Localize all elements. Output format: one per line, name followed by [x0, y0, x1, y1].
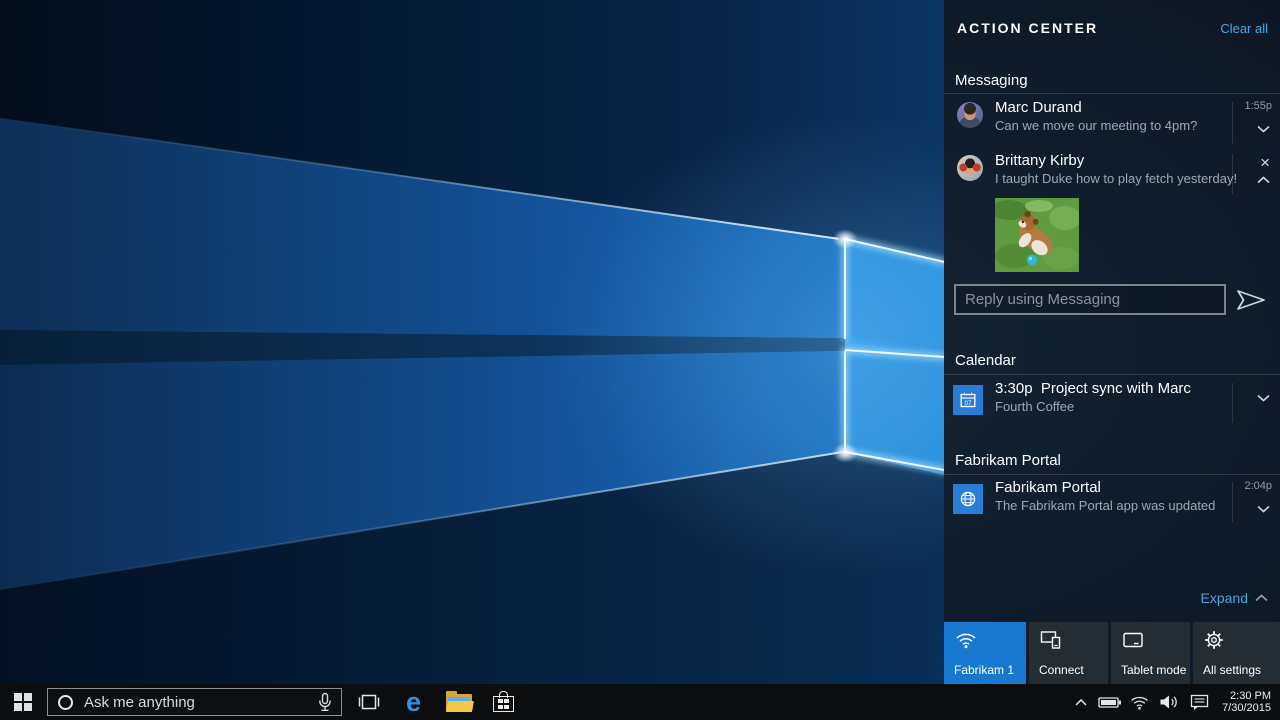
quick-action-all-settings[interactable]: All settings	[1193, 622, 1280, 684]
file-explorer-button[interactable]	[436, 684, 481, 720]
close-icon[interactable]: ×	[1260, 154, 1270, 171]
notification-title: 3:30p Project sync with Marc	[995, 380, 1191, 397]
battery-tray-button[interactable]	[1094, 684, 1125, 720]
notification-marc-durand[interactable]: Marc Durand Can we move our meeting to 4…	[944, 99, 1280, 147]
section-label-fabrikam-portal: Fabrikam Portal	[955, 452, 1061, 469]
expand-label: Expand	[1201, 590, 1248, 606]
event-title: Project sync with Marc	[1041, 380, 1191, 397]
notification-fabrikam-portal[interactable]: Fabrikam Portal The Fabrikam Portal app …	[944, 479, 1280, 525]
send-icon[interactable]	[1236, 288, 1270, 312]
notification-message: I taught Duke how to play fetch yesterda…	[995, 171, 1237, 186]
quick-actions-row: Fabrikam 1 Connect	[944, 622, 1280, 684]
wifi-icon	[1130, 695, 1149, 710]
search-box[interactable]: Ask me anything	[47, 688, 342, 716]
store-button[interactable]	[481, 684, 526, 720]
file-explorer-icon	[446, 692, 472, 712]
clock-time: 2:30 PM	[1214, 690, 1271, 703]
search-placeholder-text: Ask me anything	[84, 694, 318, 711]
system-tray: 2:30 PM 7/30/2015	[1068, 684, 1280, 720]
action-center-tray-button[interactable]	[1185, 684, 1214, 720]
section-label-calendar: Calendar	[955, 352, 1016, 369]
wifi-icon	[955, 630, 977, 649]
event-time: 3:30p	[995, 380, 1033, 397]
notification-divider	[1232, 154, 1233, 194]
edge-browser-button[interactable]: e	[391, 684, 436, 720]
taskbar-clock[interactable]: 2:30 PM 7/30/2015	[1214, 690, 1280, 715]
chevron-down-icon[interactable]	[1257, 125, 1270, 133]
chevron-up-icon[interactable]	[1257, 176, 1270, 184]
windows-logo-icon	[14, 693, 32, 711]
quick-action-fabrikam-1[interactable]: Fabrikam 1	[944, 622, 1026, 684]
notification-divider	[1232, 102, 1233, 144]
volume-tray-button[interactable]	[1154, 684, 1185, 720]
notification-message: The Fabrikam Portal app was updated	[995, 498, 1215, 513]
chevron-up-icon	[1255, 594, 1268, 602]
section-divider	[944, 474, 1280, 475]
quick-action-label: All settings	[1203, 663, 1261, 677]
settings-gear-icon	[1204, 630, 1224, 650]
section-divider	[944, 93, 1280, 94]
clear-all-button[interactable]: Clear all	[1220, 21, 1268, 36]
quick-action-label: Connect	[1039, 663, 1084, 677]
task-view-button[interactable]	[346, 684, 391, 720]
start-button[interactable]	[0, 684, 46, 720]
brittany-avatar	[957, 155, 983, 181]
quick-action-connect[interactable]: Connect	[1029, 622, 1108, 684]
clock-date: 7/30/2015	[1214, 702, 1271, 715]
store-icon	[493, 691, 514, 713]
expand-button[interactable]: Expand	[1201, 590, 1268, 606]
chevron-up-icon	[1075, 699, 1087, 706]
action-center-title: ACTION CENTER	[957, 20, 1098, 36]
taskbar: Ask me anything e	[0, 684, 1280, 720]
reply-input[interactable]	[954, 284, 1226, 315]
tray-expand-button[interactable]	[1068, 684, 1094, 720]
taskbar-app-icons: e	[346, 684, 526, 720]
microphone-icon[interactable]	[318, 692, 332, 713]
marc-avatar	[957, 102, 983, 128]
quick-action-label: Fabrikam 1	[954, 663, 1014, 677]
volume-icon	[1159, 694, 1180, 710]
globe-icon	[953, 484, 983, 514]
edge-icon: e	[406, 689, 421, 716]
notification-divider	[1232, 383, 1233, 423]
notification-title: Brittany Kirby	[995, 152, 1084, 169]
action-center-icon	[1190, 694, 1209, 711]
notification-brittany-kirby[interactable]: Brittany Kirby I taught Duke how to play…	[944, 152, 1280, 196]
calendar-icon: 07	[953, 385, 983, 415]
quick-action-tablet-mode[interactable]: Tablet mode	[1111, 622, 1190, 684]
section-label-messaging: Messaging	[955, 72, 1028, 89]
notification-message: Fourth Coffee	[995, 399, 1074, 414]
action-center-panel: ACTION CENTER Clear all Messaging Marc D…	[944, 0, 1280, 684]
chevron-down-icon[interactable]	[1257, 394, 1270, 402]
connect-icon	[1040, 630, 1062, 650]
task-view-icon	[357, 693, 381, 711]
svg-text:07: 07	[965, 400, 972, 407]
wifi-tray-button[interactable]	[1125, 684, 1154, 720]
attachment-dog-photo[interactable]	[995, 198, 1079, 272]
battery-icon	[1098, 696, 1122, 709]
reply-area	[954, 284, 1226, 315]
cortana-icon	[58, 695, 73, 710]
tablet-icon	[1122, 630, 1144, 650]
section-divider	[944, 374, 1280, 375]
quick-action-label: Tablet mode	[1121, 663, 1186, 677]
notification-time: 2:04p	[1244, 480, 1272, 492]
notification-title: Fabrikam Portal	[995, 479, 1101, 496]
notification-message: Can we move our meeting to 4pm?	[995, 118, 1197, 133]
notification-title: Marc Durand	[995, 99, 1082, 116]
notification-time: 1:55p	[1244, 100, 1272, 112]
chevron-down-icon[interactable]	[1257, 505, 1270, 513]
notification-divider	[1232, 482, 1233, 522]
desktop: ACTION CENTER Clear all Messaging Marc D…	[0, 0, 1280, 720]
notification-calendar[interactable]: 07 3:30p Project sync with Marc Fourth C…	[944, 380, 1280, 426]
